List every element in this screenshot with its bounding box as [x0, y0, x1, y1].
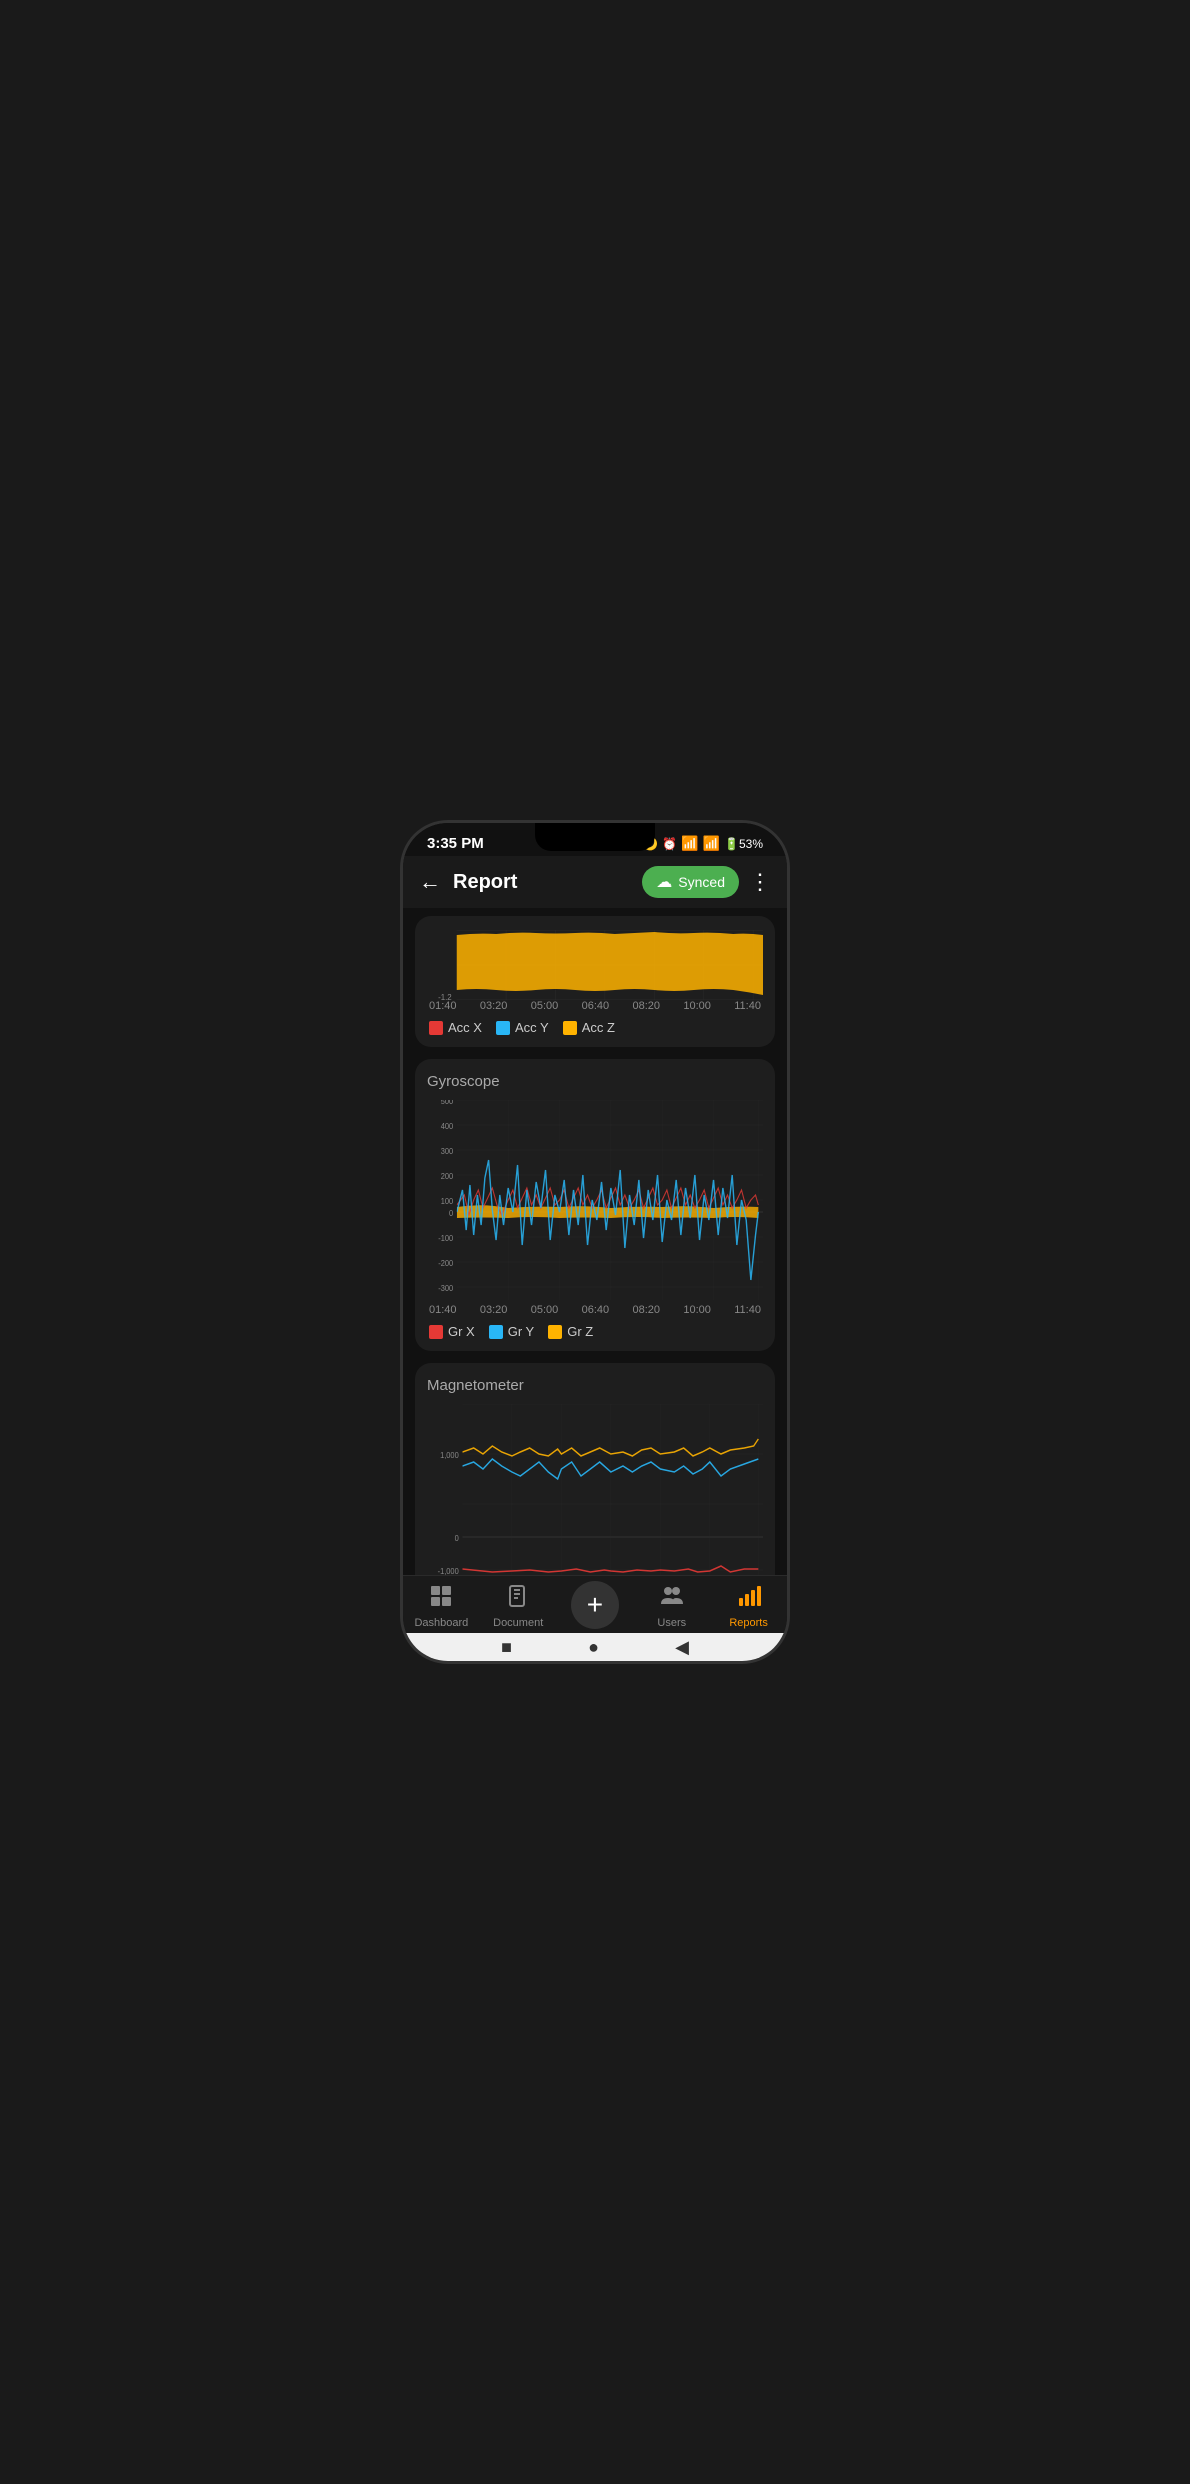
signal-icon: 📶 — [681, 835, 698, 852]
svg-text:100: 100 — [441, 1197, 453, 1206]
svg-text:200: 200 — [441, 1172, 453, 1181]
nav-dashboard[interactable]: Dashboard — [403, 1584, 480, 1629]
nav-add[interactable]: + — [557, 1585, 634, 1629]
accel-time-5: 10:00 — [683, 1000, 711, 1012]
users-icon — [659, 1584, 685, 1614]
home-bar: ■ ● ◀ — [403, 1633, 787, 1661]
battery-icon: 🔋53% — [724, 837, 763, 851]
svg-text:1,000: 1,000 — [440, 1451, 459, 1460]
gyro-chart-area: 500 400 300 200 100 0 -100 -200 -300 — [427, 1100, 763, 1300]
gyro-y-label: Gr Y — [508, 1324, 535, 1339]
accel-legend-z: Acc Z — [563, 1020, 615, 1035]
gyro-time-5: 10:00 — [683, 1304, 711, 1316]
content: -1.2 01:40 03:20 05:00 06:40 08:20 10:00… — [403, 908, 787, 1575]
status-icons: 🌙 ⏰ 📶 📶 🔋53% — [643, 835, 763, 852]
svg-text:500: 500 — [441, 1100, 453, 1106]
gyroscope-card: Gyroscope — [415, 1059, 775, 1351]
reports-label: Reports — [729, 1617, 768, 1629]
accel-z-dot — [563, 1021, 577, 1035]
more-button[interactable]: ⋮ — [749, 869, 771, 895]
page-title: Report — [453, 871, 517, 894]
accel-time-2: 05:00 — [531, 1000, 559, 1012]
accel-time-3: 06:40 — [582, 1000, 610, 1012]
dashboard-label: Dashboard — [414, 1617, 468, 1629]
accel-z-label: Acc Z — [582, 1020, 615, 1035]
accel-time-6: 11:40 — [734, 1000, 761, 1012]
synced-button[interactable]: ☁ Synced — [642, 866, 739, 898]
add-icon: + — [587, 1591, 603, 1619]
accel-legend-x: Acc X — [429, 1020, 482, 1035]
gyro-time-0: 01:40 — [429, 1304, 457, 1316]
gyro-time-3: 06:40 — [582, 1304, 610, 1316]
gyro-x-label: Gr X — [448, 1324, 475, 1339]
gyro-legend-y: Gr Y — [489, 1324, 535, 1339]
cloud-icon: ☁ — [656, 872, 672, 892]
accel-legend-y: Acc Y — [496, 1020, 549, 1035]
accel-y-dot — [496, 1021, 510, 1035]
magnetometer-card: Magnetometer — [415, 1363, 775, 1575]
phone-frame: 3:35 PM 🌙 ⏰ 📶 📶 🔋53% ← Report ☁ Synced ⋮ — [400, 820, 790, 1664]
gyro-x-dot — [429, 1325, 443, 1339]
accel-chart-area: -1.2 — [427, 930, 763, 1000]
status-time: 3:35 PM — [427, 835, 484, 852]
mag-chart-svg: 1,000 0 -1,000 — [427, 1404, 763, 1575]
stop-button[interactable]: ■ — [501, 1637, 512, 1658]
users-label: Users — [657, 1617, 686, 1629]
accel-time-1: 03:20 — [480, 1000, 508, 1012]
gyro-z-dot — [548, 1325, 562, 1339]
svg-text:0: 0 — [455, 1534, 459, 1543]
nav-document[interactable]: Document — [480, 1584, 557, 1629]
accel-x-dot — [429, 1021, 443, 1035]
gyro-legend-x: Gr X — [429, 1324, 475, 1339]
accel-time-4: 08:20 — [633, 1000, 661, 1012]
nav-reports[interactable]: Reports — [710, 1584, 787, 1629]
mag-title: Magnetometer — [427, 1377, 763, 1394]
accelerometer-card: -1.2 01:40 03:20 05:00 06:40 08:20 10:00… — [415, 916, 775, 1047]
gyro-chart-svg: 500 400 300 200 100 0 -100 -200 -300 — [427, 1100, 763, 1300]
gyro-time-4: 08:20 — [633, 1304, 661, 1316]
accel-time-labels: 01:40 03:20 05:00 06:40 08:20 10:00 11:4… — [427, 1000, 763, 1012]
header-left: ← Report — [419, 869, 517, 895]
home-button[interactable]: ● — [588, 1637, 599, 1658]
document-icon — [506, 1584, 530, 1614]
reports-icon — [737, 1584, 761, 1614]
svg-text:-200: -200 — [438, 1259, 453, 1268]
gyro-y-dot — [489, 1325, 503, 1339]
accel-chart-svg: -1.2 — [427, 930, 763, 1000]
svg-text:-100: -100 — [438, 1234, 453, 1243]
svg-text:400: 400 — [441, 1122, 453, 1131]
gyro-legend: Gr X Gr Y Gr Z — [427, 1324, 763, 1339]
svg-text:-1,000: -1,000 — [438, 1567, 459, 1575]
gyro-time-labels: 01:40 03:20 05:00 06:40 08:20 10:00 11:4… — [427, 1304, 763, 1316]
gyro-time-2: 05:00 — [531, 1304, 559, 1316]
gyro-time-1: 03:20 — [480, 1304, 508, 1316]
accel-y-label: Acc Y — [515, 1020, 549, 1035]
nav-users[interactable]: Users — [633, 1584, 710, 1629]
wifi-icon: 📶 — [703, 835, 720, 852]
accel-x-label: Acc X — [448, 1020, 482, 1035]
gyro-time-6: 11:40 — [734, 1304, 761, 1316]
accel-legend: Acc X Acc Y Acc Z — [427, 1020, 763, 1035]
gyro-title: Gyroscope — [427, 1073, 763, 1090]
mag-chart-area: 1,000 0 -1,000 — [427, 1404, 763, 1575]
header: ← Report ☁ Synced ⋮ — [403, 856, 787, 908]
gyro-legend-z: Gr Z — [548, 1324, 593, 1339]
alarm-icon: ⏰ — [662, 837, 677, 851]
add-button[interactable]: + — [571, 1581, 619, 1629]
svg-text:-1.2: -1.2 — [438, 993, 452, 1000]
back-button[interactable]: ← — [419, 869, 441, 895]
accel-time-0: 01:40 — [429, 1000, 457, 1012]
document-label: Document — [493, 1617, 543, 1629]
back-gesture[interactable]: ◀ — [675, 1637, 689, 1658]
header-actions: ☁ Synced ⋮ — [642, 866, 771, 898]
notch — [535, 823, 655, 851]
svg-text:0: 0 — [449, 1209, 453, 1218]
svg-text:300: 300 — [441, 1147, 453, 1156]
synced-label: Synced — [678, 874, 725, 890]
dashboard-icon — [429, 1584, 453, 1614]
bottom-nav: Dashboard Document + — [403, 1575, 787, 1633]
svg-text:-300: -300 — [438, 1284, 453, 1293]
gyro-z-label: Gr Z — [567, 1324, 593, 1339]
